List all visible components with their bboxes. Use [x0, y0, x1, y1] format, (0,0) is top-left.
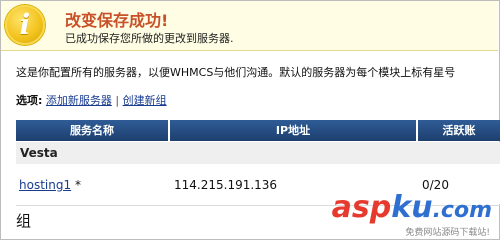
create-group-link[interactable]: 创建新组: [123, 94, 167, 107]
column-header-active-accounts[interactable]: 活跃账: [418, 120, 500, 141]
options-separator: |: [115, 94, 120, 107]
watermark-tagline: 免费网站源码下载站!: [405, 228, 490, 238]
server-name-link[interactable]: hosting1: [19, 178, 71, 192]
group-name: Vesta: [20, 146, 58, 160]
options-bar: 选项: 添加新服务器 | 创建新组: [16, 92, 167, 108]
banner-title: 改变保存成功!: [65, 11, 169, 30]
banner-message: 已成功保存您所做的更改到服务器.: [65, 32, 234, 45]
watermark-brand-k: ku: [391, 190, 433, 225]
column-header-ip-address[interactable]: IP地址: [170, 120, 418, 141]
server-group-row: Vesta: [16, 142, 500, 164]
watermark-brand-tld: .com: [432, 198, 492, 223]
success-banner: i 改变保存成功! 已成功保存您所做的更改到服务器.: [1, 1, 498, 51]
server-name-cell: hosting1 *: [19, 178, 81, 192]
page-description: 这是你配置所有的服务器，以便WHMCS与他们沟通。默认的服务器为每个模块上标有星…: [16, 66, 456, 79]
info-icon-glyph: i: [19, 8, 31, 41]
options-label: 选项:: [16, 94, 43, 107]
groups-section-heading: 组: [16, 212, 32, 230]
site-watermark: aspku.com: [332, 193, 492, 226]
info-icon: i: [5, 5, 45, 45]
default-server-mark: *: [74, 178, 81, 192]
watermark-brand-a: asp: [331, 190, 392, 225]
ip-address-cell: 114.215.191.136: [174, 178, 278, 192]
add-server-link[interactable]: 添加新服务器: [46, 94, 112, 107]
column-header-service-name[interactable]: 服务名称: [16, 120, 170, 141]
